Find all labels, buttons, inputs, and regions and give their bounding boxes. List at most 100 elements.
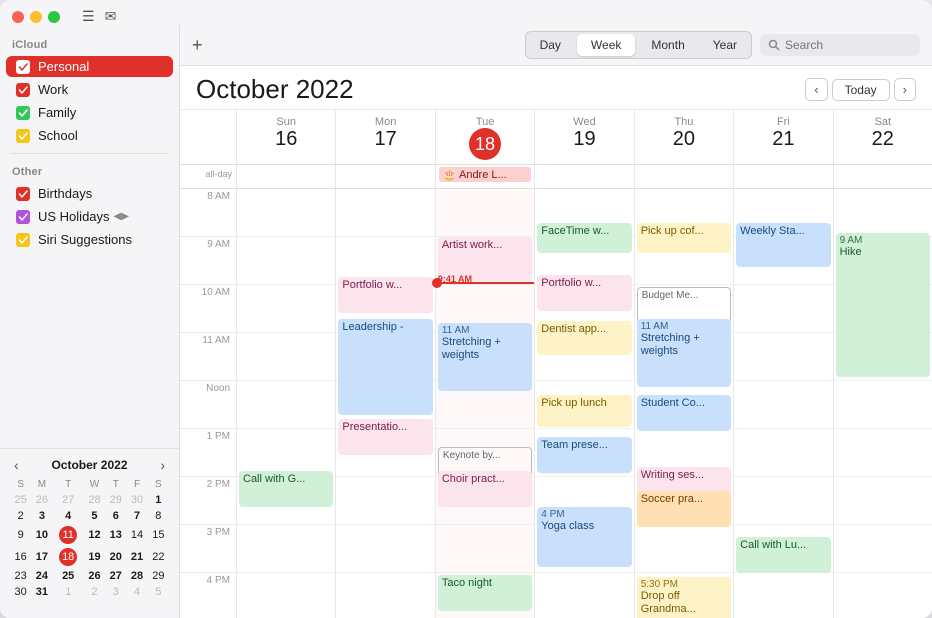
event-portfolio-mon[interactable]: Portfolio w... — [338, 277, 432, 313]
event-facetime[interactable]: FaceTime w... — [537, 223, 631, 253]
event-taco-night[interactable]: Taco night — [438, 575, 532, 611]
window-bar: ☰ ✉ — [0, 0, 932, 25]
mini-cal-day[interactable]: 27 — [105, 568, 126, 584]
mini-cal-day[interactable]: 21 — [126, 546, 147, 568]
sidebar-item-work[interactable]: Work — [6, 79, 173, 100]
sidebar-divider — [10, 153, 169, 154]
mini-cal-day[interactable]: 16 — [10, 546, 31, 568]
mini-cal-day[interactable]: 22 — [148, 546, 169, 568]
next-week-button[interactable]: › — [894, 78, 916, 101]
tab-year[interactable]: Year — [699, 32, 751, 58]
add-event-button[interactable]: + — [192, 35, 203, 56]
mini-cal-day[interactable]: 4 — [126, 584, 147, 600]
prev-week-button[interactable]: ‹ — [805, 78, 827, 101]
day-header-tue: Tue 18 — [435, 110, 534, 164]
minimize-button[interactable] — [30, 11, 42, 23]
mini-cal-day[interactable]: 30 — [126, 492, 147, 508]
search-box[interactable] — [760, 34, 920, 56]
mini-cal-day[interactable]: 10 — [31, 524, 52, 546]
birthdays-checkbox — [16, 187, 30, 201]
event-presentation[interactable]: Presentatio... — [338, 419, 432, 455]
mini-cal-day[interactable]: 13 — [105, 524, 126, 546]
mini-cal-day[interactable]: 4 — [53, 508, 84, 524]
close-button[interactable] — [12, 11, 24, 23]
day-header-sun: Sun 16 — [236, 110, 335, 164]
week-scroll[interactable]: 8 AM 9 AM 10 AM 11 AM Noon 1 PM 2 PM 3 P… — [180, 189, 932, 618]
mini-cal-day[interactable]: 3 — [105, 584, 126, 600]
siri-checkbox — [16, 233, 30, 247]
mini-cal-day[interactable]: 28 — [126, 568, 147, 584]
mini-cal-day[interactable]: 29 — [148, 568, 169, 584]
event-dropoff[interactable]: 5:30 PM Drop off Grandma... — [637, 577, 731, 618]
maximize-button[interactable] — [48, 11, 60, 23]
mini-cal-day[interactable]: 14 — [126, 524, 147, 546]
allday-event-andre[interactable]: 🎂 Andre L... — [439, 167, 531, 182]
mini-cal-day[interactable]: 27 — [53, 492, 84, 508]
allday-sat — [833, 165, 932, 188]
mini-cal-day[interactable]: 2 — [84, 584, 105, 600]
mini-cal-day[interactable]: 23 — [10, 568, 31, 584]
tab-month[interactable]: Month — [637, 32, 698, 58]
event-yoga[interactable]: 4 PM Yoga class — [537, 507, 631, 567]
mini-cal-day[interactable]: 29 — [105, 492, 126, 508]
mini-cal-day[interactable]: 2 — [10, 508, 31, 524]
event-student-co[interactable]: Student Co... — [637, 395, 731, 431]
tab-week[interactable]: Week — [577, 34, 635, 56]
mini-cal-day[interactable]: 12 — [84, 524, 105, 546]
mini-cal-day[interactable]: 17 — [31, 546, 52, 568]
event-stretching-tue[interactable]: 11 AM Stretching + weights — [438, 323, 532, 391]
event-weekly-sta[interactable]: Weekly Sta... — [736, 223, 830, 267]
mini-cal-today[interactable]: 11 — [53, 524, 84, 546]
mini-cal-day[interactable]: 25 — [53, 568, 84, 584]
mini-cal-day[interactable]: 7 — [126, 508, 147, 524]
mini-cal-day[interactable]: 25 — [10, 492, 31, 508]
event-choir[interactable]: Choir pract... — [438, 471, 532, 507]
today-button[interactable]: Today — [832, 79, 890, 101]
sidebar-item-us-holidays[interactable]: US Holidays ◀▶ — [6, 206, 173, 227]
sidebar: iCloud Personal Work Family — [0, 25, 180, 618]
mini-cal-day[interactable]: 20 — [105, 546, 126, 568]
mini-cal-day[interactable]: 3 — [31, 508, 52, 524]
event-stretching-thu[interactable]: 11 AM Stretching + weights — [637, 319, 731, 387]
event-team-prese[interactable]: Team prese... — [537, 437, 631, 473]
event-dentist[interactable]: Dentist app... — [537, 321, 631, 355]
mini-cal-today[interactable]: 18 — [53, 546, 84, 568]
sidebar-item-school[interactable]: School — [6, 125, 173, 146]
mini-cal-day[interactable]: 15 — [148, 524, 169, 546]
event-soccer-pra[interactable]: Soccer pra... — [637, 491, 731, 527]
event-pickup-coffee[interactable]: Pick up cof... — [637, 223, 731, 253]
sidebar-item-siri[interactable]: Siri Suggestions — [6, 229, 173, 250]
mini-cal-day[interactable]: 6 — [105, 508, 126, 524]
sidebar-item-personal[interactable]: Personal — [6, 56, 173, 77]
event-hike[interactable]: 9 AM Hike — [836, 233, 930, 377]
mini-cal-day[interactable]: 31 — [31, 584, 52, 600]
mini-cal-day[interactable]: 24 — [31, 568, 52, 584]
mini-cal-day[interactable]: 28 — [84, 492, 105, 508]
sidebar-item-family[interactable]: Family — [6, 102, 173, 123]
mini-cal-day[interactable]: 8 — [148, 508, 169, 524]
inbox-icon[interactable]: ✉ — [105, 8, 117, 25]
sidebar-item-birthdays[interactable]: Birthdays — [6, 183, 173, 204]
mini-cal-day[interactable]: 5 — [148, 584, 169, 600]
event-leadership[interactable]: Leadership - — [338, 319, 432, 415]
search-input[interactable] — [785, 38, 905, 52]
mini-cal-day[interactable]: 1 — [148, 492, 169, 508]
event-pickup-lunch[interactable]: Pick up lunch — [537, 395, 631, 427]
tab-day[interactable]: Day — [526, 32, 575, 58]
mini-cal-day[interactable]: 26 — [84, 568, 105, 584]
event-budget-me[interactable]: Budget Me... — [637, 287, 731, 323]
mini-cal-day[interactable]: 1 — [53, 584, 84, 600]
event-call-with-g[interactable]: Call with G... — [239, 471, 333, 507]
mini-cal-next[interactable]: › — [156, 457, 169, 473]
us-holidays-checkbox — [16, 210, 30, 224]
mini-cal-day[interactable]: 5 — [84, 508, 105, 524]
event-call-with-lu[interactable]: Call with Lu... — [736, 537, 830, 573]
mini-cal-day[interactable]: 26 — [31, 492, 52, 508]
sidebar-toggle-icon[interactable]: ☰ — [82, 8, 95, 25]
mini-cal-day[interactable]: 30 — [10, 584, 31, 600]
sync-icon: ◀▶ — [114, 211, 129, 222]
mini-cal-prev[interactable]: ‹ — [10, 457, 23, 473]
mini-cal-day[interactable]: 9 — [10, 524, 31, 546]
mini-cal-day[interactable]: 19 — [84, 546, 105, 568]
event-portfolio-wed[interactable]: Portfolio w... — [537, 275, 631, 311]
